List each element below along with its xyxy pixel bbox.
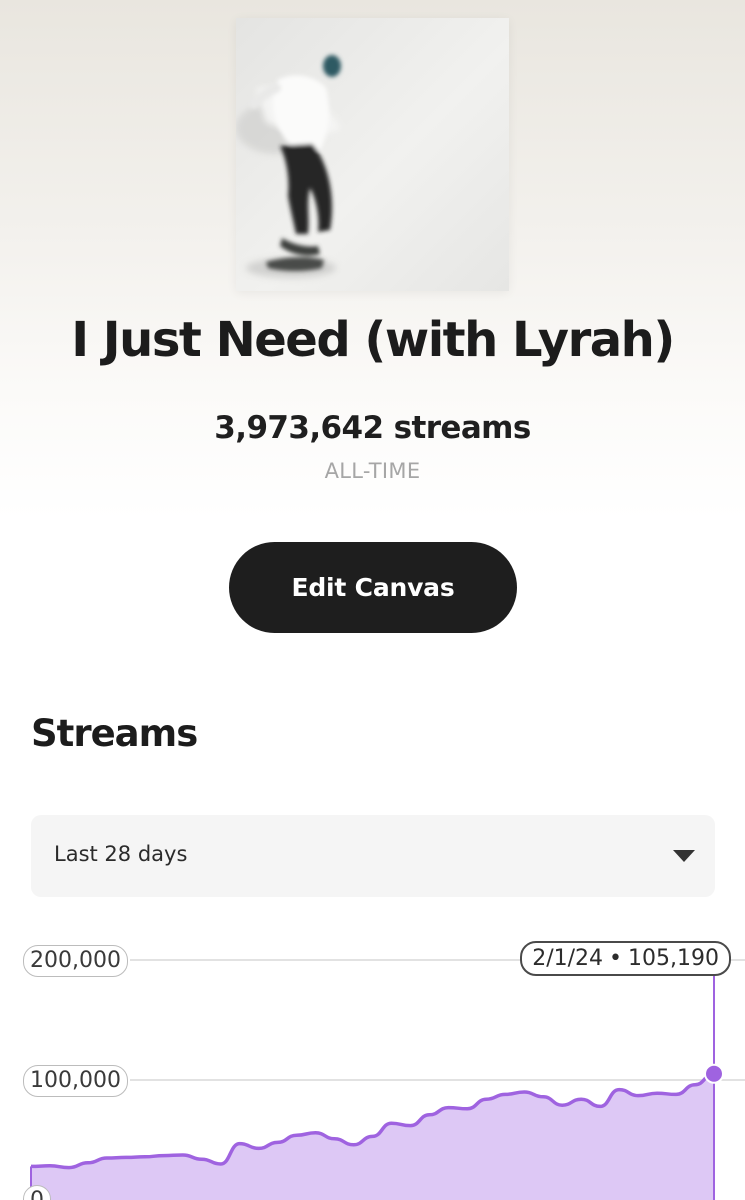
tooltip-separator: • [609,946,623,971]
total-streams: 3,973,642 streams [214,410,531,446]
date-range-selected-value: Last 28 days [54,842,188,866]
selected-data-point[interactable] [704,1063,724,1084]
caret-down-icon [673,850,695,862]
track-title: I Just Need (with Lyrah) [71,312,675,368]
date-range-dropdown[interactable]: Last 28 days [31,815,715,897]
tooltip-date: 2/1/24 [532,946,604,971]
edit-canvas-button[interactable]: Edit Canvas [229,542,517,633]
y-tick-label-100000: 100,000 [23,1065,128,1097]
tooltip-value: 105,190 [628,946,719,971]
streams-section-title: Streams [31,712,198,755]
chart-tooltip: 2/1/24 • 105,190 [520,941,731,976]
cover-artwork [236,18,509,291]
streams-period-label: ALL-TIME [324,459,421,483]
song-stats-page: I Just Need (with Lyrah) 3,973,642 strea… [0,0,745,1200]
streams-chart: 200,000 100,000 0 2/1/24•105,190 [0,925,745,1200]
y-tick-label-200000: 200,000 [23,945,128,977]
